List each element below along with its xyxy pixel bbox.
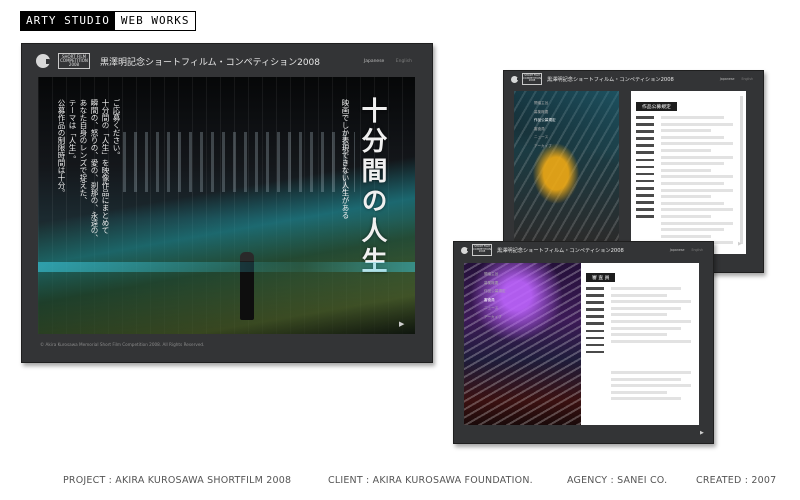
project-credits: PROJECT : AKIRA KUROSAWA SHORTFILM 2008 … bbox=[0, 475, 800, 487]
credit-created: CREATED : 2007 bbox=[696, 475, 777, 486]
kurosawa-emblem-icon bbox=[511, 75, 519, 83]
menu-item[interactable]: 募集概要 bbox=[484, 279, 506, 288]
scrollbar[interactable] bbox=[740, 96, 743, 244]
poem-line: 十分間の「人生」を映像作品にまとめて bbox=[101, 99, 110, 234]
hero-image: 十分間の人生 映画でしか表現できない人生がある ご応募ください。 十分間の「人生… bbox=[38, 77, 415, 334]
walking-figure bbox=[240, 252, 254, 320]
credit-project: PROJECT : AKIRA KUROSAWA SHORTFILM 2008 bbox=[63, 475, 292, 486]
menu-item[interactable]: アーカイブ bbox=[484, 313, 506, 322]
body-text bbox=[661, 116, 733, 248]
body-text bbox=[611, 287, 691, 346]
next-arrow-icon[interactable]: ▶ bbox=[399, 320, 404, 328]
next-arrow-icon[interactable]: ▶ bbox=[738, 241, 742, 247]
menu-item[interactable]: ニュース bbox=[534, 133, 556, 142]
hero-poem: ご応募ください。 十分間の「人生」を映像作品にまとめて 瞬間の、怒りの、愛の、刹… bbox=[56, 99, 122, 242]
lang-japanese-link[interactable]: Japanese bbox=[670, 248, 684, 252]
studio-logo[interactable]: ARTY STUDIO WEB WORKS bbox=[20, 11, 197, 31]
content-title: 審 査 員 bbox=[586, 273, 616, 282]
menu-item[interactable]: 作品公募規定 bbox=[484, 287, 506, 296]
side-menu: 開催主旨 募集概要 作品公募規定 審査員 ニュース アーカイブ bbox=[534, 99, 556, 150]
menu-item[interactable]: 募集概要 bbox=[534, 108, 556, 117]
credit-client: CLIENT : AKIRA KUROSAWA FOUNDATION. bbox=[328, 475, 533, 486]
competition-logo: SHORT FILM COMPETITION 2008 bbox=[522, 72, 542, 86]
side-menu: 開催主旨 募集概要 作品公募規定 審査員 ニュース アーカイブ bbox=[484, 270, 506, 321]
hero-headline: 十分間の人生 bbox=[357, 97, 387, 277]
main-site-screenshot[interactable]: SHORT FILM COMPETITION 2008 黒澤明記念ショートフィル… bbox=[21, 43, 433, 363]
hero-tagline: 映画でしか表現できない人生がある bbox=[341, 99, 350, 219]
competition-logo: SHORT FILM COMPETITION 2008 bbox=[472, 243, 492, 257]
menu-item[interactable]: 開催主旨 bbox=[484, 270, 506, 279]
lang-english-link[interactable]: English bbox=[741, 77, 753, 81]
lang-english-link[interactable]: English bbox=[396, 59, 412, 64]
menu-item[interactable]: ニュース bbox=[484, 304, 506, 313]
city-photo bbox=[514, 91, 619, 241]
site-title: 黒澤明記念ショートフィルム・コンペティション2008 bbox=[100, 57, 321, 68]
next-arrow-icon[interactable]: ▶ bbox=[700, 430, 704, 436]
site-title: 黒澤明記念ショートフィルム・コンペティション2008 bbox=[547, 76, 674, 83]
site-header: SHORT FILM COMPETITION 2008 黒澤明記念ショートフィル… bbox=[454, 242, 713, 258]
kurosawa-emblem-icon bbox=[461, 246, 469, 254]
poem-line: ご応募ください。 bbox=[112, 99, 121, 159]
menu-item[interactable]: 審査員 bbox=[534, 125, 556, 134]
language-switch: Japanese English bbox=[670, 248, 703, 252]
content-panel: 審 査 員 bbox=[581, 263, 699, 425]
poem-line: 公募作品の制限時間は十分。 bbox=[57, 99, 66, 197]
logo-arty-studio: ARTY STUDIO bbox=[21, 12, 115, 30]
menu-item[interactable]: アーカイブ bbox=[534, 142, 556, 151]
lang-english-link[interactable]: English bbox=[691, 248, 703, 252]
language-switch: Japanese English bbox=[720, 77, 753, 81]
menu-item-active[interactable]: 作品公募規定 bbox=[534, 116, 556, 125]
content-title: 作品公募規定 bbox=[636, 102, 677, 111]
credit-agency: AGENCY : SANEI CO. bbox=[567, 475, 668, 486]
menu-item[interactable]: 開催主旨 bbox=[534, 99, 556, 108]
language-switch: Japanese English bbox=[364, 59, 412, 64]
kurosawa-emblem-icon bbox=[36, 54, 52, 68]
poem-line: あなた自身のレンズで捉えた、 bbox=[79, 99, 88, 204]
menu-item-active[interactable]: 審査員 bbox=[484, 296, 506, 305]
label-column bbox=[586, 287, 604, 358]
site-header: SHORT FILM COMPETITION 2008 黒澤明記念ショートフィル… bbox=[504, 71, 763, 87]
poem-line: 瞬間の、怒りの、愛の、刹那の、永遠の、 bbox=[90, 99, 99, 242]
lang-japanese-link[interactable]: Japanese bbox=[720, 77, 734, 81]
body-text-2 bbox=[611, 371, 691, 404]
site-title: 黒澤明記念ショートフィルム・コンペティション2008 bbox=[497, 247, 624, 254]
competition-logo: SHORT FILM COMPETITION 2008 bbox=[58, 52, 90, 70]
site-header: SHORT FILM COMPETITION 2008 黒澤明記念ショートフィル… bbox=[22, 44, 432, 78]
judges-page-screenshot[interactable]: SHORT FILM COMPETITION 2008 黒澤明記念ショートフィル… bbox=[453, 241, 714, 444]
logo-web-works: WEB WORKS bbox=[114, 12, 196, 30]
copyright: © Akira Kurosawa Memorial Short Film Com… bbox=[40, 342, 205, 347]
neon-city-photo bbox=[464, 263, 581, 425]
lang-japanese-link[interactable]: Japanese bbox=[364, 59, 384, 64]
content-panel: 作品公募規定 bbox=[631, 91, 746, 254]
poem-line: テーマは「人生」。 bbox=[68, 99, 77, 163]
label-column bbox=[636, 116, 654, 222]
